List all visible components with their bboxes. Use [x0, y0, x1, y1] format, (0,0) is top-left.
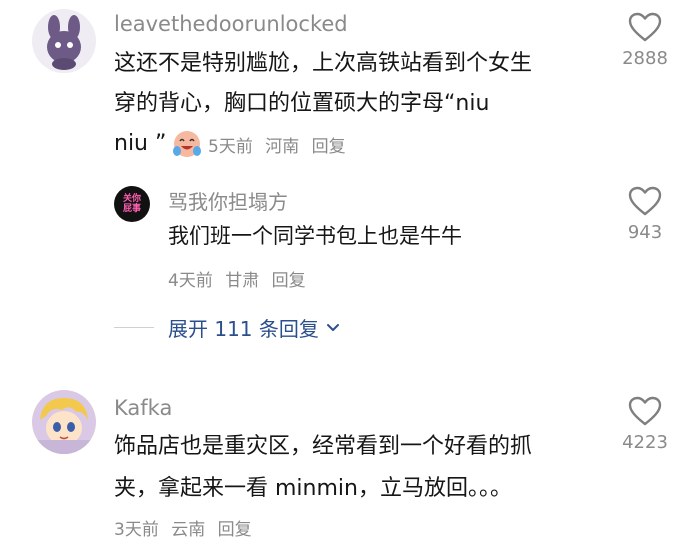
username[interactable]: leavethedoorunlocked: [114, 12, 348, 36]
avatar[interactable]: [32, 390, 96, 454]
location: 云南: [171, 520, 206, 540]
timestamp: 5天前: [208, 137, 253, 157]
username[interactable]: Kafka: [114, 396, 172, 420]
comment-text-line: 夹，拿起来一看 minmin，立马放回。。。: [114, 476, 512, 501]
like-count: 943: [627, 222, 663, 243]
avatar[interactable]: 关你屁事: [114, 186, 150, 222]
reply-button[interactable]: 回复: [312, 137, 346, 157]
comment-text-line: 饰品店也是重灾区，经常看到一个好看的抓: [114, 434, 533, 459]
username[interactable]: 骂我你担塌方: [168, 186, 288, 215]
heart-outline-icon: [628, 12, 662, 42]
comment-text-line: 穿的背心，胸口的位置硕大的字母“niu: [114, 91, 490, 116]
like-count: 4223: [622, 432, 668, 453]
comment-meta: 4天前 甘肃 回复: [168, 266, 313, 291]
location: 甘肃: [225, 271, 260, 291]
timestamp: 3天前: [114, 520, 159, 540]
comment-text-line: niu ”: [114, 124, 202, 164]
comment-text-line: 我们班一个同学书包上也是牛牛: [168, 224, 462, 248]
crying-laughing-emoji-icon: [172, 129, 202, 159]
like-count: 2888: [622, 48, 668, 69]
comment-meta: 5天前 河南 回复: [208, 132, 353, 157]
reply-button[interactable]: 回复: [272, 271, 306, 291]
divider-line: [114, 326, 154, 328]
comment-meta: 3天前 云南 回复: [114, 515, 259, 540]
expand-replies-label: 展开 111 条回复: [168, 316, 319, 341]
comment-text-fragment: niu ”: [114, 131, 167, 156]
avatar[interactable]: [32, 9, 96, 73]
expand-replies-button[interactable]: 展开 111 条回复: [114, 310, 341, 344]
heart-outline-icon: [628, 186, 662, 216]
heart-outline-icon: [628, 396, 662, 426]
timestamp: 4天前: [168, 271, 213, 291]
chevron-down-icon: [326, 324, 339, 331]
like-button[interactable]: 943: [610, 186, 680, 243]
like-button[interactable]: 4223: [610, 396, 680, 453]
comment-text-line: 这还不是特别尴尬，上次高铁站看到个女生: [114, 51, 533, 76]
avatar-text: 关你屁事: [122, 194, 141, 214]
like-button[interactable]: 2888: [610, 12, 680, 69]
location: 河南: [265, 137, 300, 157]
reply-button[interactable]: 回复: [218, 520, 252, 540]
